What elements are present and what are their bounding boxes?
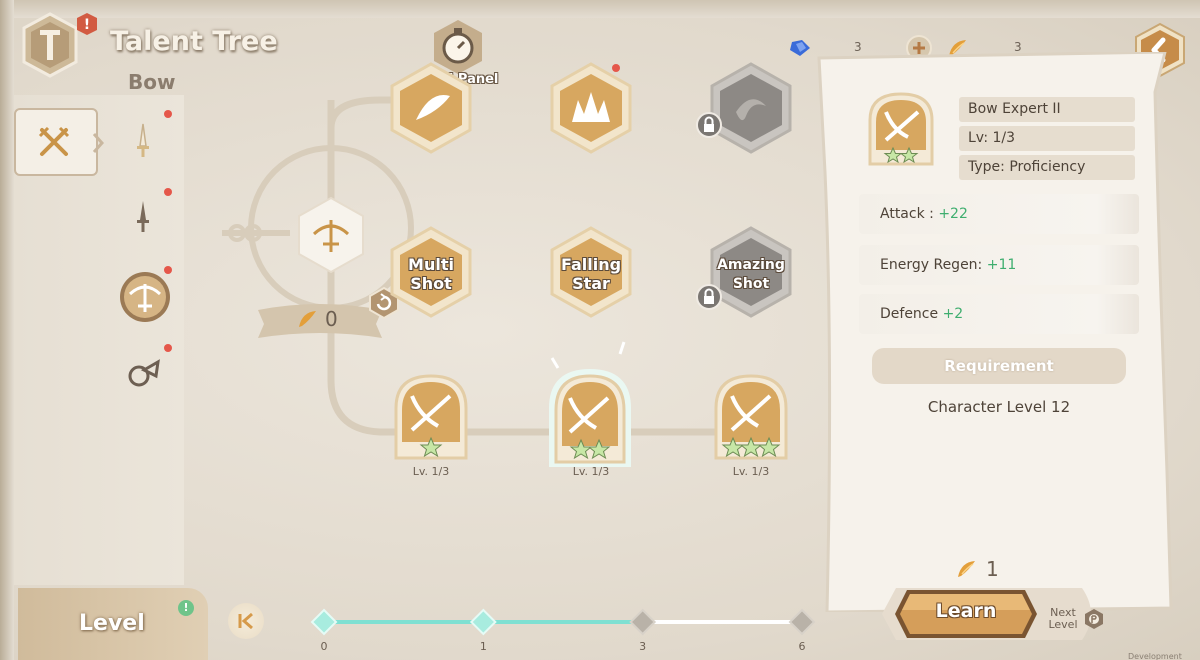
active-skill-node-1[interactable] <box>386 60 476 156</box>
next-level-key-icon[interactable] <box>1084 608 1104 630</box>
level-tick-label: 0 <box>320 640 328 653</box>
proficiency-3-level: Lv. 1/3 <box>732 465 770 478</box>
learn-button-label: Learn <box>935 600 997 622</box>
stat-attack: Attack : +22 <box>859 194 1139 234</box>
level-node <box>788 608 816 636</box>
level-node <box>469 608 497 636</box>
skill-level: Lv: 1/3 <box>959 126 1135 151</box>
bow-root-node[interactable] <box>296 196 366 274</box>
level-node <box>310 608 338 636</box>
skill-type: Type: Proficiency <box>959 155 1135 180</box>
skill-name: Bow Expert II <box>959 97 1135 122</box>
requirement-header: Requirement <box>872 348 1126 384</box>
talent-point-feather-icon <box>299 311 316 327</box>
proficiency-node-1[interactable] <box>390 372 472 464</box>
stat-defence: Defence +2 <box>859 294 1139 334</box>
active-skill-node-2[interactable] <box>546 60 636 156</box>
watermark: Development Build <box>1128 652 1182 660</box>
level-tick-label: 3 <box>639 640 647 653</box>
level-tick-label: 6 <box>798 640 806 653</box>
rewind-icon <box>238 612 253 630</box>
next-level-label: Next Level <box>1048 606 1078 631</box>
proficiency-2-level: Lv. 1/3 <box>572 465 610 478</box>
level-label: Level <box>79 611 145 636</box>
falling-star-label: Falling Star <box>560 255 622 293</box>
selected-skill-icon <box>868 92 934 166</box>
rewind-button[interactable] <box>228 603 264 639</box>
lock-icon <box>696 284 722 310</box>
talent-points-count: 0 <box>325 307 338 331</box>
cost-feather-icon <box>958 561 975 577</box>
multi-shot-label: Multi Shot <box>408 255 454 293</box>
requirement-text: Character Level 12 <box>927 398 1071 416</box>
level-progress-track <box>310 608 816 636</box>
proficiency-node-2-selected[interactable] <box>528 338 652 472</box>
level-node <box>629 608 657 636</box>
lock-icon <box>696 112 722 138</box>
proficiency-node-3[interactable] <box>710 372 792 464</box>
proficiency-1-level: Lv. 1/3 <box>412 465 450 478</box>
active-skill-node-3[interactable] <box>706 60 796 156</box>
level-alert-badge: ! <box>178 600 194 616</box>
active-skill-2-badge <box>612 64 620 72</box>
stat-energy-regen: Energy Regen: +11 <box>859 245 1139 285</box>
level-tick-label: 1 <box>479 640 487 653</box>
learn-cost: 1 <box>986 557 999 581</box>
